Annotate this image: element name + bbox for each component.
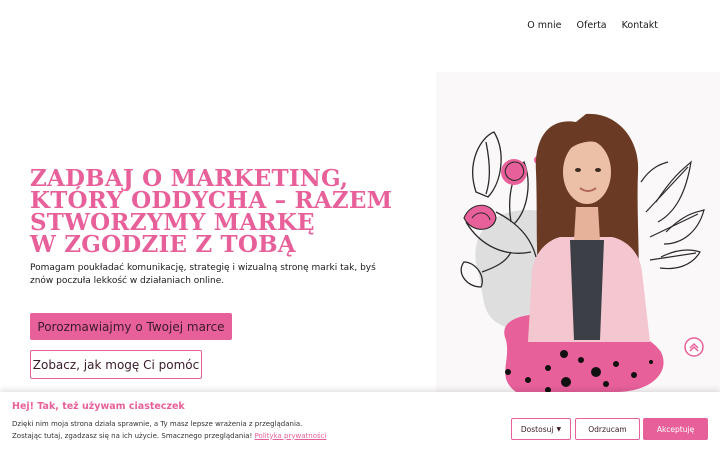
chevron-up-circle-icon bbox=[684, 337, 704, 357]
scroll-to-top-button[interactable] bbox=[683, 336, 705, 358]
nav-item-offer[interactable]: Oferta bbox=[577, 20, 607, 31]
caret-down-icon: ▼ bbox=[556, 425, 562, 433]
hero-headline: ZADBAJ O MARKETING, KTÓRY ODDYCHA – RAZE… bbox=[30, 167, 410, 258]
privacy-policy-link[interactable]: Polityka prywatności bbox=[255, 432, 327, 440]
nav-item-contact[interactable]: Kontakt bbox=[622, 20, 658, 31]
reject-cookies-button[interactable]: Odrzucam bbox=[575, 418, 640, 440]
hero-lead: Pomagam poukładać komunikację, strategię… bbox=[30, 263, 376, 286]
see-how-i-help-button[interactable]: Zobacz, jak mogę Ci pomóc bbox=[30, 350, 202, 379]
main-nav: O mnie Oferta Kontakt bbox=[527, 20, 658, 31]
customize-label: Dostosuj bbox=[520, 424, 554, 434]
cookie-title: Hej! Tak, też używam ciasteczek bbox=[12, 401, 185, 412]
cookie-text: Dzięki nim moja strona działa sprawnie, … bbox=[12, 419, 432, 442]
headline-line: W ZGODZIE Z TOBĄ bbox=[30, 231, 296, 258]
talk-about-brand-button[interactable]: Porozmawiajmy o Twojej marce bbox=[30, 313, 232, 340]
customize-cookies-button[interactable]: Dostosuj ▼ bbox=[511, 418, 571, 440]
nav-item-about[interactable]: O mnie bbox=[527, 20, 561, 31]
accept-cookies-button[interactable]: Akceptuję bbox=[643, 418, 708, 440]
cookie-line-2-text: Zostając tutaj, zgadzasz się na ich użyc… bbox=[12, 431, 253, 440]
cookie-line-2: Zostając tutaj, zgadzasz się na ich użyc… bbox=[12, 431, 432, 443]
cookie-line-1: Dzięki nim moja strona działa sprawnie, … bbox=[12, 420, 303, 428]
cookie-banner: Hej! Tak, też używam ciasteczek Dzięki n… bbox=[0, 392, 720, 450]
hero-portrait-illustration bbox=[436, 72, 720, 392]
